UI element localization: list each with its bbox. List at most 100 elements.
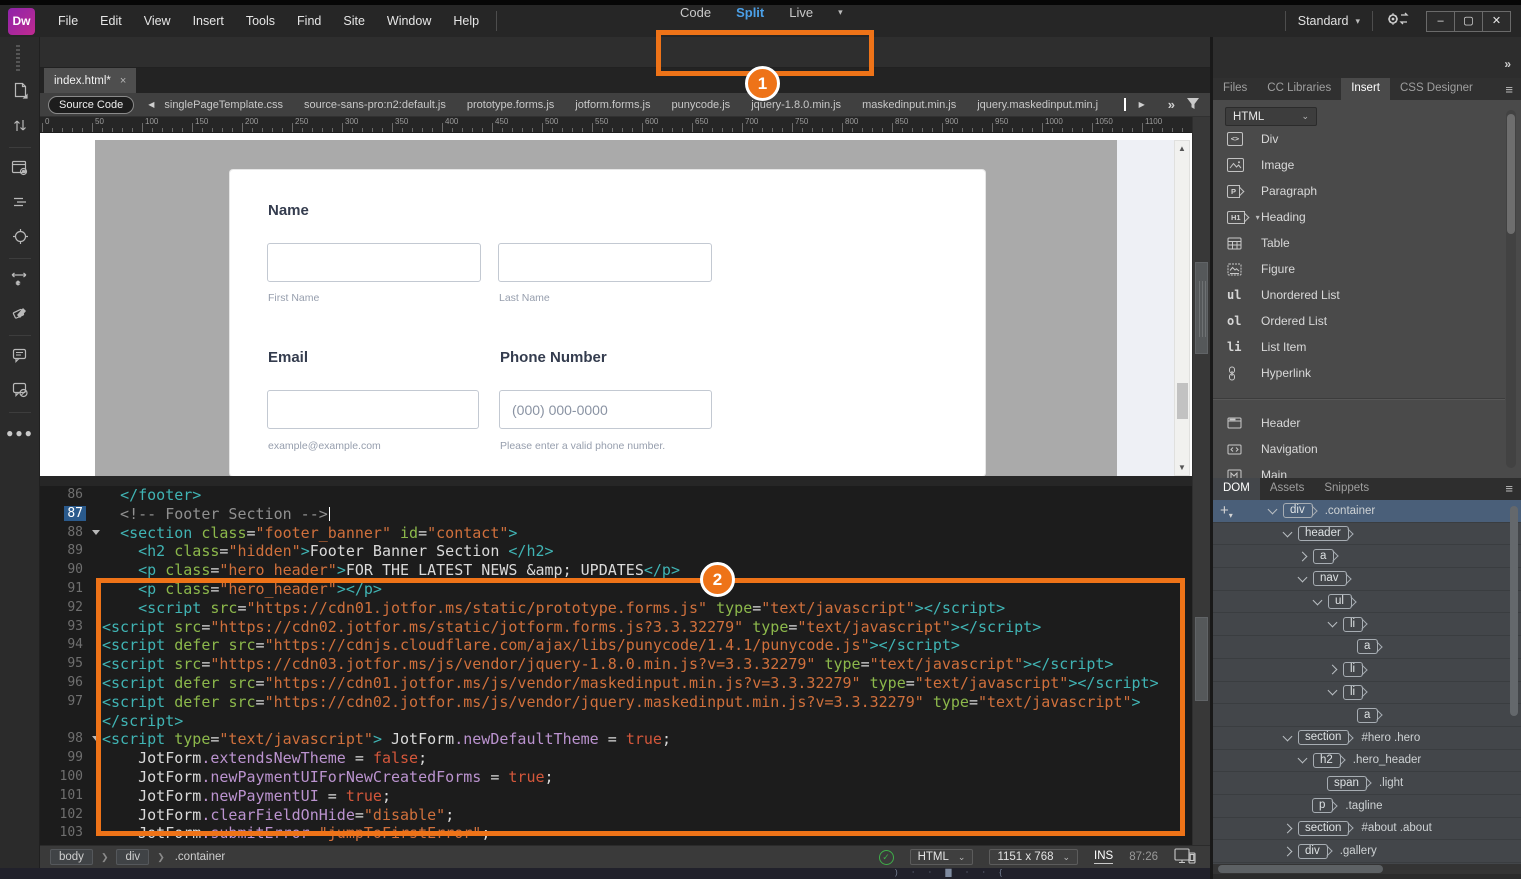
dom-node-span-light[interactable]: span.light [1213,772,1521,795]
menu-window[interactable]: Window [376,6,442,36]
related-file[interactable]: jquery.maskedinput.min.j [977,99,1098,111]
code-line[interactable]: 97<script defer src="https://cdn02.jotfo… [40,693,1192,712]
related-file[interactable]: source-sans-pro:n2:default.js [304,99,446,111]
insert-item-list-item[interactable]: liList Item [1213,334,1505,360]
code-fold-icon[interactable] [92,530,100,535]
workspace-switcher[interactable]: Standard ▾ [1298,14,1360,28]
view-mode-live[interactable]: Live [789,5,813,20]
code-line[interactable]: 96<script defer src="https://cdn01.jotfo… [40,674,1192,693]
dom-node-li[interactable]: li [1213,613,1521,636]
menu-help[interactable]: Help [442,6,490,36]
dom-node-a[interactable]: a [1213,636,1521,659]
related-file[interactable]: singlePageTemplate.css [164,99,283,111]
open-documents-icon[interactable] [0,77,40,105]
overflow-files-icon[interactable]: » [1168,97,1173,112]
media-queries-icon[interactable] [0,265,40,293]
dom-node-header[interactable]: header [1213,523,1521,546]
menu-find[interactable]: Find [286,6,332,36]
insert-item-paragraph[interactable]: PParagraph [1213,178,1505,204]
menu-view[interactable]: View [133,6,182,36]
first-name-input[interactable] [267,243,481,282]
dom-tab-snippets[interactable]: Snippets [1314,478,1379,500]
sync-settings-icon[interactable] [1385,10,1409,33]
dom-node-a[interactable]: a [1213,704,1521,727]
code-line[interactable]: 99 JotForm.extendsNewTheme = false; [40,749,1192,768]
add-element-icon[interactable]: +▾ [1220,502,1233,520]
code-line[interactable]: 101 JotForm.newPaymentUI = true; [40,787,1192,806]
maximize-button[interactable]: ▢ [1454,11,1483,32]
code-line[interactable]: 86 </footer> [40,486,1192,505]
collapse-node-icon[interactable] [1268,504,1278,514]
menu-file[interactable]: File [47,6,89,36]
code-line[interactable]: </script> [40,712,1192,731]
insert-item-image[interactable]: Image [1213,152,1505,178]
insert-item-heading[interactable]: H1▾Heading [1213,204,1505,230]
view-mode-code[interactable]: Code [680,5,711,20]
menu-tools[interactable]: Tools [235,6,286,36]
insert-item-ordered-list[interactable]: olOrdered List [1213,308,1505,334]
customize-toolbar-icon[interactable]: ●●● [0,419,40,447]
insert-item-table[interactable]: Table [1213,230,1505,256]
scroll-right-icon[interactable]: ▶ [1139,100,1145,109]
panel-menu-icon[interactable]: ≡ [1505,82,1513,97]
tag-selector-item[interactable]: .container [173,850,228,864]
collapse-node-icon[interactable] [1328,686,1338,696]
scroll-down-icon[interactable]: ▼ [1175,463,1189,472]
code-line[interactable]: 102 JotForm.clearFieldOnHide="disable"; [40,806,1192,825]
document-tab[interactable]: index.html* × [44,68,136,93]
live-dropdown-icon[interactable]: ▾ [838,7,843,18]
dom-node-p-tagline[interactable]: p.tagline [1213,795,1521,818]
related-file[interactable]: maskedinput.min.js [862,99,956,111]
dom-node-h2-hero_header[interactable]: h2.hero_header [1213,750,1521,773]
dom-node-nav[interactable]: nav [1213,568,1521,591]
menu-edit[interactable]: Edit [89,6,133,36]
dom-tab-assets[interactable]: Assets [1260,478,1315,500]
preview-devices-icon[interactable] [1174,848,1196,867]
insert-item-unordered-list[interactable]: ulUnordered List [1213,282,1505,308]
insert-item-header[interactable]: Header [1213,410,1505,436]
panel-tab-css-designer[interactable]: CSS Designer [1390,78,1483,100]
code-line[interactable]: 103 JotForm.submitError="jumpToFirstErro… [40,824,1192,843]
close-tab-icon[interactable]: × [120,75,126,87]
collapse-node-icon[interactable] [1298,754,1308,764]
panel-tab-cc-libraries[interactable]: CC Libraries [1257,78,1341,100]
code-line[interactable]: 87 <!-- Footer Section --> [40,505,1192,524]
insert-item-figure[interactable]: Figure [1213,256,1505,282]
code-line[interactable]: 92 <script src="https://cdn01.jotfor.ms/… [40,599,1192,618]
collapse-node-icon[interactable] [1313,595,1323,605]
insert-category-dropdown[interactable]: HTML ⌄ [1225,107,1317,126]
code-fold-icon[interactable] [92,736,100,741]
document-scrollbar[interactable] [1192,117,1210,845]
design-scrollbar-thumb[interactable] [1177,383,1188,419]
design-scrollbar[interactable]: ▲ ▼ [1174,140,1190,476]
menu-site[interactable]: Site [332,6,376,36]
minimize-button[interactable]: – [1426,11,1455,32]
design-pane-scroll-thumb[interactable] [1195,262,1208,354]
form-card[interactable]: Name First Name Last Name Email Phone Nu… [230,170,985,476]
source-code-button[interactable]: Source Code [48,96,134,114]
panel-tab-insert[interactable]: Insert [1341,78,1390,100]
code-line[interactable]: 94<script defer src="https://cdnjs.cloud… [40,636,1192,655]
format-source-icon[interactable] [0,188,40,216]
file-management-icon[interactable] [0,111,40,139]
apply-comment-icon[interactable] [0,342,40,370]
filter-icon[interactable] [1186,97,1200,113]
phone-input[interactable] [499,390,712,429]
expand-node-icon[interactable] [1283,846,1293,856]
insert-mode-indicator[interactable]: INS [1094,850,1113,864]
dom-horizontal-scrollbar[interactable] [1213,864,1521,874]
code-line[interactable]: 89 <h2 class="hidden">Footer Banner Sect… [40,542,1192,561]
tag-selector-item[interactable]: div [116,849,149,865]
dom-node-li[interactable]: li [1213,682,1521,705]
code-line[interactable]: 93<script src="https://cdn02.jotfor.ms/s… [40,618,1192,637]
collapse-panels-icon[interactable]: » [1504,57,1509,71]
code-line[interactable]: 98<script type="text/javascript"> JotFor… [40,730,1192,749]
dom-node-li[interactable]: li [1213,659,1521,682]
related-file[interactable]: prototype.forms.js [467,99,554,111]
dom-node-section-herohero[interactable]: section#hero .hero [1213,727,1521,750]
code-pane-scroll-thumb[interactable] [1195,617,1208,701]
collapse-node-icon[interactable] [1283,731,1293,741]
design-view[interactable]: Name First Name Last Name Email Phone Nu… [40,133,1192,476]
code-navigator-icon[interactable] [0,222,40,250]
close-button[interactable]: ✕ [1482,11,1511,32]
